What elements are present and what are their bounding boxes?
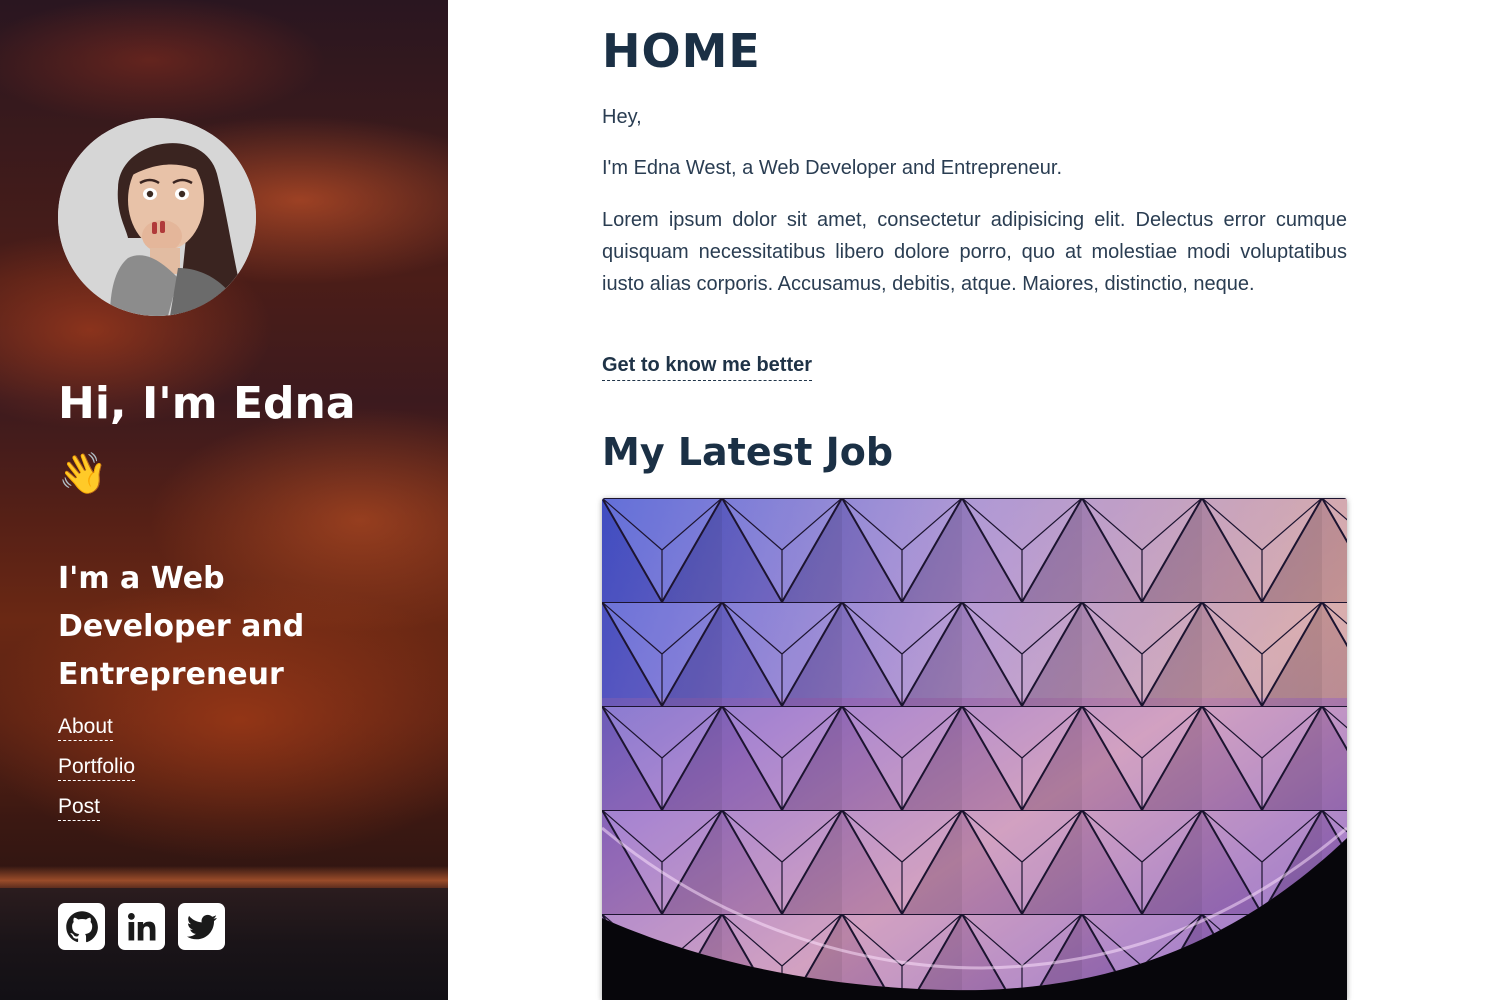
sidebar: Hi, I'm Edna 👋 I'm a Web Developer and E… — [0, 0, 448, 1000]
social-links — [58, 903, 225, 950]
greeting-text: Hey, — [602, 106, 642, 128]
nav-link-about[interactable]: About — [58, 715, 113, 741]
body-text: Lorem ipsum dolor sit amet, consectetur … — [602, 209, 1347, 295]
geodesic-dome-illustration — [602, 498, 1347, 1000]
github-icon-glyph — [65, 910, 98, 942]
sunset-horizon — [0, 866, 448, 890]
latest-job-heading: My Latest Job — [602, 430, 894, 474]
nav-link-portfolio[interactable]: Portfolio — [58, 755, 136, 781]
get-to-know-link[interactable]: Get to know me better — [602, 354, 813, 381]
avatar-photo — [58, 118, 256, 316]
linkedin-icon-glyph — [127, 912, 155, 940]
github-icon[interactable] — [58, 903, 105, 950]
nav-item-about: About — [58, 715, 135, 755]
sidebar-tagline: I'm a Web Developer and Entrepreneur — [58, 561, 305, 692]
latest-job-image[interactable] — [602, 498, 1347, 1000]
twitter-icon-glyph — [186, 914, 217, 939]
nav-link-post[interactable]: Post — [58, 795, 101, 821]
linkedin-icon[interactable] — [118, 903, 165, 950]
twitter-icon[interactable] — [178, 903, 225, 950]
avatar — [58, 118, 256, 316]
nav-item-post: Post — [58, 795, 135, 835]
intro-text: I'm Edna West, a Web Developer and Entre… — [602, 157, 1062, 179]
nav-item-portfolio: Portfolio — [58, 755, 136, 795]
wave-emoji: 👋 — [58, 452, 108, 496]
sidebar-greeting: Hi, I'm Edna — [58, 378, 356, 429]
sidebar-nav: About Portfolio Post — [58, 715, 136, 835]
page-title: HOME — [602, 24, 761, 78]
